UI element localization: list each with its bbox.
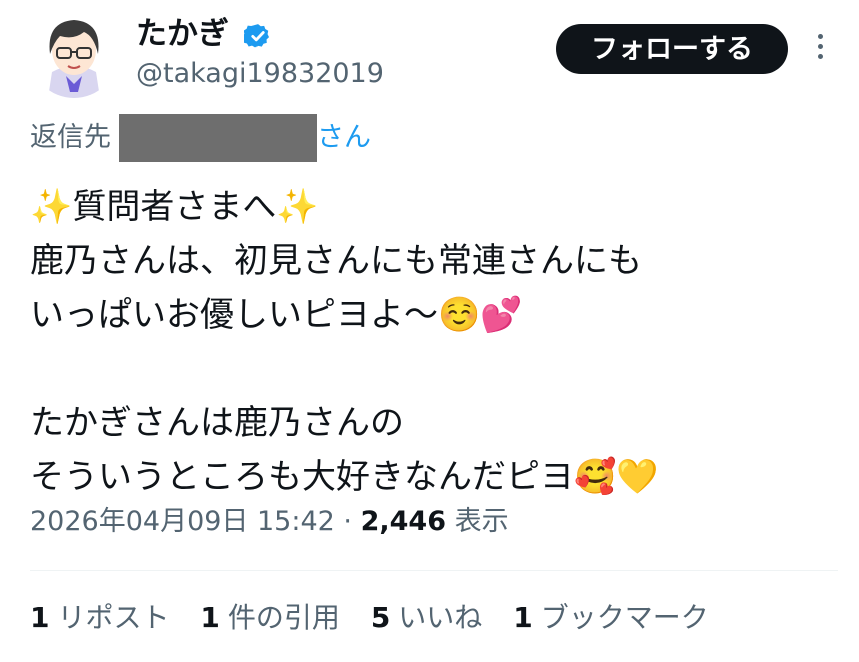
- repost-stat[interactable]: 1 リポスト: [30, 596, 170, 640]
- views-label: 表示: [454, 506, 509, 537]
- tweet-meta: 2026年04月09日 15:42 · 2,446 表示: [30, 500, 509, 544]
- tweet-line: 鹿乃さんは、初見さんにも常連さんにも: [30, 241, 642, 281]
- bookmark-label: ブックマーク: [540, 601, 709, 634]
- author-avatar[interactable]: [30, 10, 118, 98]
- tweet-timestamp[interactable]: 2026年04月09日 15:42: [30, 506, 335, 537]
- reply-context: 返信先 さん: [30, 114, 371, 162]
- tweet-line: たかぎさんは鹿乃さんの: [30, 403, 404, 443]
- like-stat[interactable]: 5 いいね: [371, 596, 483, 640]
- quote-label: 件の引用: [227, 601, 340, 634]
- anime-character-avatar-icon: [30, 10, 118, 98]
- like-count: 5: [370, 601, 391, 634]
- engagement-stats: 1 リポスト 1 件の引用 5 いいね 1 ブックマーク: [30, 596, 731, 640]
- tweet-text: ✨質問者さまへ✨ 鹿乃さんは、初見さんにも常連さんにも いっぱいお優しいピヨよ〜…: [30, 180, 830, 504]
- verified-badge-icon: [244, 24, 270, 48]
- like-label: いいね: [398, 601, 483, 634]
- repost-label: リポスト: [57, 601, 170, 634]
- views-count: 2,446: [360, 506, 446, 537]
- follow-button[interactable]: フォローする: [556, 24, 788, 74]
- tweet-line: いっぱいお優しいピヨよ〜☺️💕: [30, 295, 523, 335]
- reply-prefix: 返信先: [30, 122, 111, 153]
- bookmark-stat[interactable]: 1 ブックマーク: [513, 596, 709, 640]
- divider: [30, 570, 838, 571]
- author-display-name[interactable]: たかぎ: [136, 14, 229, 54]
- tweet-line: そういうところも大好きなんだピヨ🥰💛: [30, 457, 659, 497]
- redacted-username: [119, 114, 317, 162]
- meta-separator: ·: [334, 506, 361, 537]
- reply-user-suffix[interactable]: さん: [317, 118, 371, 158]
- quote-count: 1: [200, 601, 220, 634]
- bookmark-count: 1: [513, 601, 533, 634]
- more-vertical-icon[interactable]: [812, 34, 828, 66]
- quote-stat[interactable]: 1 件の引用: [200, 596, 340, 640]
- tweet-line: ✨質問者さまへ✨: [30, 187, 319, 227]
- author-handle[interactable]: @takagi19832019: [136, 56, 384, 92]
- repost-count: 1: [30, 601, 50, 634]
